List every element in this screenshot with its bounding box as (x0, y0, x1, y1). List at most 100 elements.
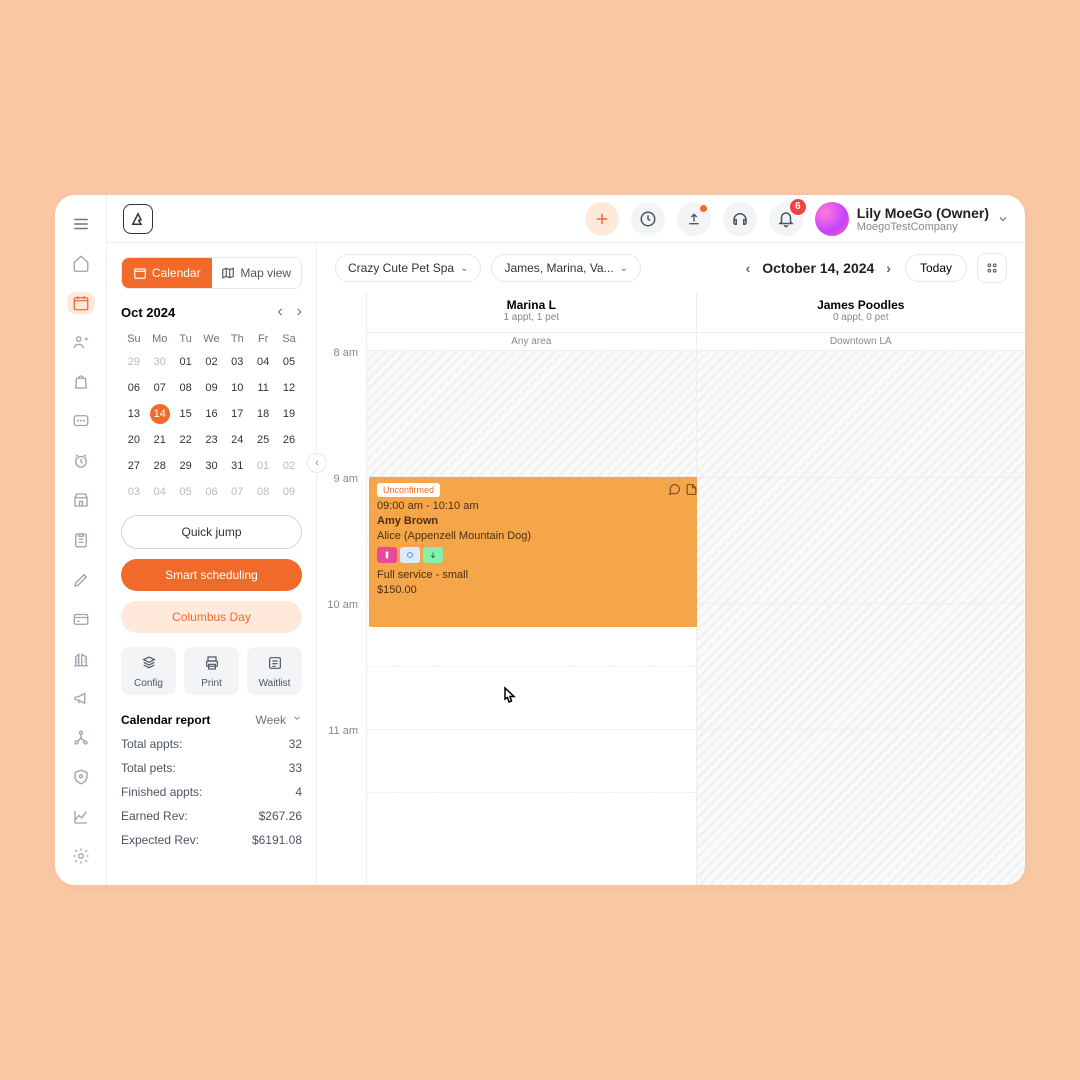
calendar-day[interactable]: 12 (276, 375, 302, 401)
calendar-day[interactable]: 04 (250, 349, 276, 375)
collapse-sidebar-button[interactable]: ‹ (307, 453, 327, 473)
calendar-day[interactable]: 30 (147, 349, 173, 375)
calendar-day[interactable]: 29 (121, 349, 147, 375)
month-next[interactable]: › (297, 303, 302, 321)
bag-icon[interactable] (67, 371, 95, 393)
month-header: Oct 2024 ‹ › (121, 303, 302, 321)
calendar-day[interactable]: 01 (250, 453, 276, 479)
menu-icon[interactable] (67, 213, 95, 235)
store-icon[interactable] (67, 490, 95, 512)
appointment-card[interactable]: Unconfirmed 09:00 am - 10:10 am Amy Brow… (369, 477, 704, 627)
calendar-day[interactable]: 27 (121, 453, 147, 479)
gear-icon[interactable] (67, 846, 95, 868)
calendar-day[interactable]: 11 (250, 375, 276, 401)
megaphone-icon[interactable] (67, 687, 95, 709)
calendar-day[interactable]: 23 (199, 427, 225, 453)
shield-icon[interactable] (67, 766, 95, 788)
calendar-day[interactable]: 02 (276, 453, 302, 479)
calendar-day[interactable]: 07 (224, 479, 250, 505)
staff-column-james[interactable]: James Poodles 0 appt, 0 pet Downtown LA (697, 293, 1026, 885)
calendar-day[interactable]: 10 (224, 375, 250, 401)
logo[interactable] (123, 204, 153, 234)
calendar-day[interactable]: 03 (121, 479, 147, 505)
date-nav: ‹ October 14, 2024 › (742, 256, 895, 280)
tab-map[interactable]: Map view (212, 258, 302, 288)
calendar-icon[interactable] (67, 292, 95, 314)
card-icon[interactable] (67, 608, 95, 630)
calendar-day[interactable]: 06 (121, 375, 147, 401)
calendar-day[interactable]: 09 (199, 375, 225, 401)
user-menu[interactable]: Lily MoeGo (Owner) MoegoTestCompany (815, 202, 1009, 236)
month-label: Oct 2024 (121, 305, 175, 320)
message-icon[interactable] (67, 411, 95, 433)
calendar-day[interactable]: 26 (276, 427, 302, 453)
clipboard-icon[interactable] (67, 529, 95, 551)
headset-icon[interactable] (723, 202, 757, 236)
calendar-day[interactable]: 31 (224, 453, 250, 479)
calendar-day[interactable]: 18 (250, 401, 276, 427)
calendar-day[interactable]: 01 (173, 349, 199, 375)
nav-rail (55, 195, 107, 885)
mini-calendar: SuMoTuWeThFrSa 2930010203040506070809101… (121, 329, 302, 505)
calendar-day[interactable]: 13 (121, 401, 147, 427)
smart-scheduling-button[interactable]: Smart scheduling (121, 559, 302, 591)
history-icon[interactable] (631, 202, 665, 236)
chevron-down-icon (997, 213, 1009, 225)
month-prev[interactable]: ‹ (277, 303, 282, 321)
notification-badge: 6 (790, 199, 806, 215)
calendar-day[interactable]: 28 (147, 453, 173, 479)
chart-icon[interactable] (67, 806, 95, 828)
calendar-day[interactable]: 02 (199, 349, 225, 375)
waitlist-button[interactable]: Waitlist (247, 647, 302, 695)
clients-icon[interactable] (67, 332, 95, 354)
today-button[interactable]: Today (905, 254, 967, 282)
tab-calendar[interactable]: Calendar (122, 258, 212, 288)
quick-jump-button[interactable]: Quick jump (121, 515, 302, 549)
report-row: Earned Rev:$267.26 (121, 809, 302, 823)
calendar-day[interactable]: 16 (199, 401, 225, 427)
calendar-day[interactable]: 22 (173, 427, 199, 453)
holiday-label[interactable]: Columbus Day (121, 601, 302, 633)
date-next[interactable]: › (882, 256, 895, 280)
upload-icon[interactable] (677, 202, 711, 236)
calendar-day[interactable]: 04 (147, 479, 173, 505)
calendar-day[interactable]: 05 (276, 349, 302, 375)
report-period-select[interactable]: Week (256, 713, 302, 727)
calendar-day[interactable]: 21 (147, 427, 173, 453)
calendar-day[interactable]: 30 (199, 453, 225, 479)
calendar-day[interactable]: 24 (224, 427, 250, 453)
main-panel: 6 Lily MoeGo (Owner) MoegoTestCompany Ca… (107, 195, 1025, 885)
add-button[interactable] (585, 202, 619, 236)
clock-icon[interactable] (67, 450, 95, 472)
calendar-day[interactable]: 15 (173, 401, 199, 427)
date-prev[interactable]: ‹ (742, 256, 755, 280)
topbar: 6 Lily MoeGo (Owner) MoegoTestCompany (107, 195, 1025, 243)
calendar-day[interactable]: 05 (173, 479, 199, 505)
staff-column-marina[interactable]: Marina L 1 appt, 1 pet Any area (367, 293, 697, 885)
building-icon[interactable] (67, 648, 95, 670)
calendar-day[interactable]: 20 (121, 427, 147, 453)
print-button[interactable]: Print (184, 647, 239, 695)
pencil-icon[interactable] (67, 569, 95, 591)
report-row: Total pets:33 (121, 761, 302, 775)
calendar-day[interactable]: 19 (276, 401, 302, 427)
report-row: Total appts:32 (121, 737, 302, 751)
calendar-day[interactable]: 07 (147, 375, 173, 401)
bell-icon[interactable]: 6 (769, 202, 803, 236)
calendar-day[interactable]: 03 (224, 349, 250, 375)
settings-icon[interactable] (977, 253, 1007, 283)
calendar-day[interactable]: 29 (173, 453, 199, 479)
network-icon[interactable] (67, 727, 95, 749)
cursor-icon (497, 685, 521, 712)
staff-select[interactable]: James, Marina, Va... ⌄ (491, 254, 641, 282)
calendar-day[interactable]: 06 (199, 479, 225, 505)
calendar-day[interactable]: 08 (250, 479, 276, 505)
calendar-day[interactable]: 25 (250, 427, 276, 453)
config-button[interactable]: Config (121, 647, 176, 695)
calendar-day[interactable]: 09 (276, 479, 302, 505)
home-icon[interactable] (67, 253, 95, 275)
calendar-day[interactable]: 08 (173, 375, 199, 401)
location-select[interactable]: Crazy Cute Pet Spa ⌄ (335, 254, 481, 282)
calendar-day[interactable]: 17 (224, 401, 250, 427)
calendar-day[interactable]: 14 (147, 401, 173, 427)
